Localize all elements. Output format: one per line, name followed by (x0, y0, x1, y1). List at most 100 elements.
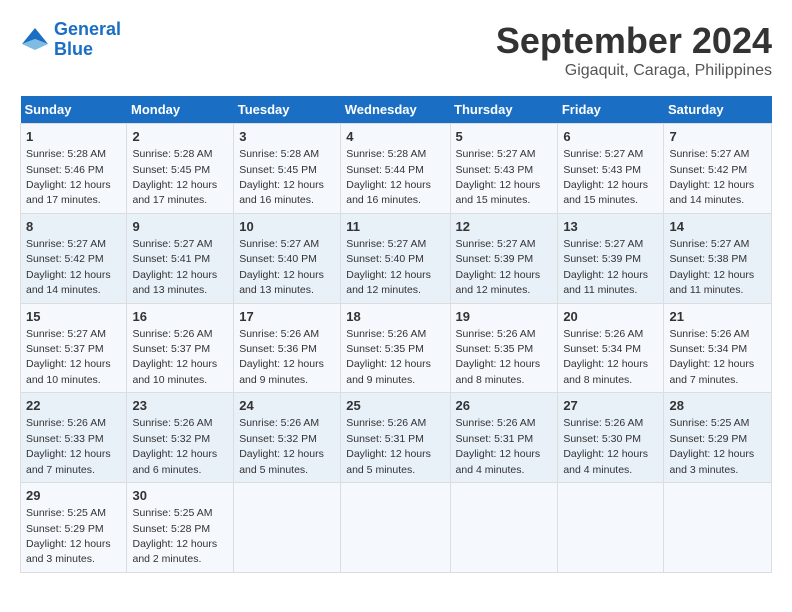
page-subtitle: Gigaquit, Caraga, Philippines (496, 62, 772, 80)
sunrise-info: Sunrise: 5:27 AM (26, 328, 106, 340)
table-row: 14 Sunrise: 5:27 AM Sunset: 5:38 PM Dayl… (664, 213, 772, 303)
table-row (664, 483, 772, 573)
day-number: 15 (26, 308, 121, 326)
sunset-info: Sunset: 5:35 PM (456, 343, 534, 355)
table-row: 28 Sunrise: 5:25 AM Sunset: 5:29 PM Dayl… (664, 393, 772, 483)
sunrise-info: Sunrise: 5:27 AM (456, 148, 536, 160)
table-row (234, 483, 341, 573)
table-row: 1 Sunrise: 5:28 AM Sunset: 5:46 PM Dayli… (21, 124, 127, 214)
table-row: 21 Sunrise: 5:26 AM Sunset: 5:34 PM Dayl… (664, 303, 772, 393)
table-row: 29 Sunrise: 5:25 AM Sunset: 5:29 PM Dayl… (21, 483, 127, 573)
col-wednesday: Wednesday (341, 96, 450, 124)
day-number: 17 (239, 308, 335, 326)
daylight-info: Daylight: 12 hours and 14 minutes. (669, 179, 754, 206)
daylight-info: Daylight: 12 hours and 10 minutes. (26, 358, 111, 385)
sunset-info: Sunset: 5:42 PM (669, 164, 747, 176)
sunrise-info: Sunrise: 5:26 AM (26, 417, 106, 429)
sunset-info: Sunset: 5:39 PM (563, 253, 641, 265)
sunset-info: Sunset: 5:31 PM (456, 433, 534, 445)
sunset-info: Sunset: 5:43 PM (563, 164, 641, 176)
sunrise-info: Sunrise: 5:25 AM (132, 507, 212, 519)
table-row: 16 Sunrise: 5:26 AM Sunset: 5:37 PM Dayl… (127, 303, 234, 393)
day-number: 25 (346, 397, 444, 415)
day-number: 22 (26, 397, 121, 415)
sunset-info: Sunset: 5:41 PM (132, 253, 210, 265)
daylight-info: Daylight: 12 hours and 3 minutes. (26, 538, 111, 565)
day-number: 29 (26, 487, 121, 505)
col-friday: Friday (558, 96, 664, 124)
sunrise-info: Sunrise: 5:26 AM (563, 417, 643, 429)
sunset-info: Sunset: 5:37 PM (132, 343, 210, 355)
sunrise-info: Sunrise: 5:26 AM (346, 417, 426, 429)
table-row: 5 Sunrise: 5:27 AM Sunset: 5:43 PM Dayli… (450, 124, 558, 214)
table-row: 12 Sunrise: 5:27 AM Sunset: 5:39 PM Dayl… (450, 213, 558, 303)
table-row: 17 Sunrise: 5:26 AM Sunset: 5:36 PM Dayl… (234, 303, 341, 393)
daylight-info: Daylight: 12 hours and 3 minutes. (669, 448, 754, 475)
sunrise-info: Sunrise: 5:25 AM (669, 417, 749, 429)
daylight-info: Daylight: 12 hours and 7 minutes. (26, 448, 111, 475)
table-row: 25 Sunrise: 5:26 AM Sunset: 5:31 PM Dayl… (341, 393, 450, 483)
day-number: 11 (346, 218, 444, 236)
day-number: 20 (563, 308, 658, 326)
day-number: 9 (132, 218, 228, 236)
sunrise-info: Sunrise: 5:26 AM (132, 417, 212, 429)
sunrise-info: Sunrise: 5:27 AM (563, 238, 643, 250)
day-number: 27 (563, 397, 658, 415)
day-number: 7 (669, 128, 766, 146)
table-row: 13 Sunrise: 5:27 AM Sunset: 5:39 PM Dayl… (558, 213, 664, 303)
sunset-info: Sunset: 5:30 PM (563, 433, 641, 445)
sunset-info: Sunset: 5:29 PM (26, 523, 104, 535)
daylight-info: Daylight: 12 hours and 4 minutes. (456, 448, 541, 475)
table-row: 22 Sunrise: 5:26 AM Sunset: 5:33 PM Dayl… (21, 393, 127, 483)
daylight-info: Daylight: 12 hours and 8 minutes. (456, 358, 541, 385)
table-row: 2 Sunrise: 5:28 AM Sunset: 5:45 PM Dayli… (127, 124, 234, 214)
day-number: 19 (456, 308, 553, 326)
title-section: September 2024 Gigaquit, Caraga, Philipp… (496, 20, 772, 80)
daylight-info: Daylight: 12 hours and 16 minutes. (346, 179, 431, 206)
calendar-table: Sunday Monday Tuesday Wednesday Thursday… (20, 96, 772, 573)
table-row: 18 Sunrise: 5:26 AM Sunset: 5:35 PM Dayl… (341, 303, 450, 393)
sunset-info: Sunset: 5:28 PM (132, 523, 210, 535)
sunset-info: Sunset: 5:29 PM (669, 433, 747, 445)
sunrise-info: Sunrise: 5:26 AM (563, 328, 643, 340)
sunset-info: Sunset: 5:33 PM (26, 433, 104, 445)
sunset-info: Sunset: 5:45 PM (132, 164, 210, 176)
table-row: 10 Sunrise: 5:27 AM Sunset: 5:40 PM Dayl… (234, 213, 341, 303)
col-saturday: Saturday (664, 96, 772, 124)
table-row: 23 Sunrise: 5:26 AM Sunset: 5:32 PM Dayl… (127, 393, 234, 483)
logo-text: General Blue (54, 20, 121, 60)
sunset-info: Sunset: 5:34 PM (563, 343, 641, 355)
sunrise-info: Sunrise: 5:26 AM (239, 328, 319, 340)
table-row: 9 Sunrise: 5:27 AM Sunset: 5:41 PM Dayli… (127, 213, 234, 303)
logo: General Blue (20, 20, 121, 60)
daylight-info: Daylight: 12 hours and 17 minutes. (132, 179, 217, 206)
table-row (558, 483, 664, 573)
daylight-info: Daylight: 12 hours and 14 minutes. (26, 269, 111, 296)
daylight-info: Daylight: 12 hours and 10 minutes. (132, 358, 217, 385)
day-number: 8 (26, 218, 121, 236)
table-row: 19 Sunrise: 5:26 AM Sunset: 5:35 PM Dayl… (450, 303, 558, 393)
day-number: 26 (456, 397, 553, 415)
day-number: 16 (132, 308, 228, 326)
daylight-info: Daylight: 12 hours and 15 minutes. (563, 179, 648, 206)
table-row: 15 Sunrise: 5:27 AM Sunset: 5:37 PM Dayl… (21, 303, 127, 393)
day-number: 23 (132, 397, 228, 415)
sunrise-info: Sunrise: 5:26 AM (346, 328, 426, 340)
table-row (450, 483, 558, 573)
table-row: 26 Sunrise: 5:26 AM Sunset: 5:31 PM Dayl… (450, 393, 558, 483)
table-row: 27 Sunrise: 5:26 AM Sunset: 5:30 PM Dayl… (558, 393, 664, 483)
col-tuesday: Tuesday (234, 96, 341, 124)
calendar-week-row: 29 Sunrise: 5:25 AM Sunset: 5:29 PM Dayl… (21, 483, 772, 573)
table-row: 20 Sunrise: 5:26 AM Sunset: 5:34 PM Dayl… (558, 303, 664, 393)
sunset-info: Sunset: 5:40 PM (239, 253, 317, 265)
sunrise-info: Sunrise: 5:27 AM (346, 238, 426, 250)
calendar-header-row: Sunday Monday Tuesday Wednesday Thursday… (21, 96, 772, 124)
daylight-info: Daylight: 12 hours and 9 minutes. (239, 358, 324, 385)
sunrise-info: Sunrise: 5:26 AM (456, 417, 536, 429)
daylight-info: Daylight: 12 hours and 17 minutes. (26, 179, 111, 206)
day-number: 28 (669, 397, 766, 415)
table-row: 30 Sunrise: 5:25 AM Sunset: 5:28 PM Dayl… (127, 483, 234, 573)
sunrise-info: Sunrise: 5:27 AM (239, 238, 319, 250)
table-row: 6 Sunrise: 5:27 AM Sunset: 5:43 PM Dayli… (558, 124, 664, 214)
sunset-info: Sunset: 5:35 PM (346, 343, 424, 355)
